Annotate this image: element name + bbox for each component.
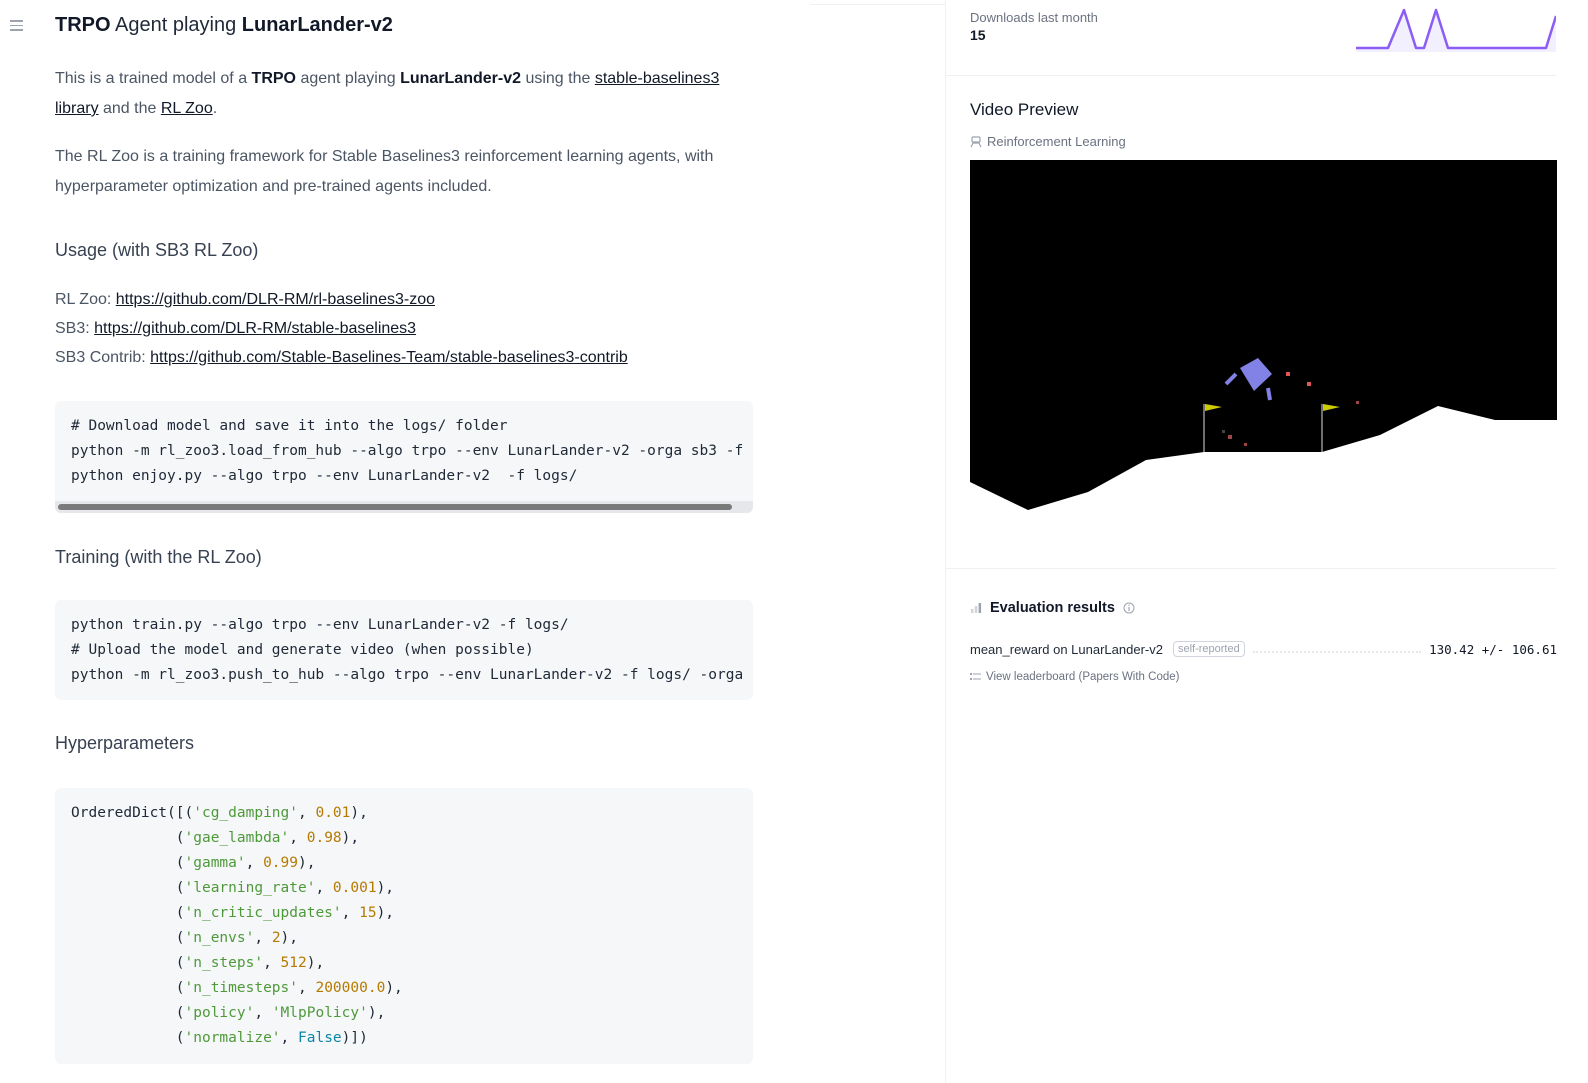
hyperparameter-value: 0.99 — [263, 855, 298, 871]
sidebar: Downloads last month 15 Video Preview Re… — [946, 0, 1588, 1083]
hyperparameter-value: 'MlpPolicy' — [271, 1005, 368, 1021]
usage-heading: Usage (with SB3 RL Zoo) — [55, 240, 259, 260]
divider — [810, 4, 945, 5]
hyperparameter-key: 'gamma' — [184, 855, 246, 871]
zoo-description: The RL Zoo is a training framework for S… — [55, 148, 714, 195]
page-title: TRPO Agent playing LunarLander-v2 — [55, 14, 393, 36]
code-line: # Download model and save it into the lo… — [71, 418, 508, 434]
dotted-leader — [1252, 651, 1422, 653]
sb3-github-link[interactable]: https://github.com/DLR-RM/stable-baselin… — [94, 320, 416, 337]
divider — [946, 568, 1556, 569]
hyperparameter-key: 'n_critic_updates' — [184, 905, 342, 921]
hyperparameter-line: OrderedDict([('cg_damping', 0.01), — [71, 805, 368, 821]
reinforcement-learning-tag[interactable]: Reinforcement Learning — [970, 134, 1126, 149]
hyperparameter-line: ('normalize', False)]) — [71, 1030, 368, 1046]
code-prefix: OrderedDict([ — [71, 805, 185, 821]
hyperparameter-line: ('gae_lambda', 0.98), — [71, 830, 360, 846]
robot-icon — [970, 135, 982, 147]
hyperparameter-key: 'normalize' — [184, 1030, 281, 1046]
hyperparameter-value: 200000.0 — [315, 980, 386, 996]
hyperparameter-key: 'cg_damping' — [193, 805, 298, 821]
hyperparameter-key: 'n_timesteps' — [184, 980, 299, 996]
rl-zoo-github-link[interactable]: https://github.com/DLR-RM/rl-baselines3-… — [116, 291, 435, 308]
bar-chart-icon — [971, 603, 982, 613]
hyperparameter-key: 'n_envs' — [184, 930, 255, 946]
training-code-block[interactable]: python train.py --algo trpo --env LunarL… — [55, 600, 753, 700]
hyperparameters-code-block[interactable]: OrderedDict([('cg_damping', 0.01), ('gae… — [55, 788, 753, 1064]
model-card-pane: TRPO Agent playing LunarLander-v2 This i… — [0, 0, 945, 1083]
training-heading: Training (with the RL Zoo) — [55, 547, 262, 567]
video-preview-player[interactable] — [970, 160, 1557, 518]
downloads-sparkline — [1356, 8, 1556, 52]
metric-value: 130.42 +/- 106.61 — [1429, 641, 1557, 657]
hyperparameter-line: ('gamma', 0.99), — [71, 855, 316, 871]
view-leaderboard-link[interactable]: View leaderboard (Papers With Code) — [970, 671, 1179, 683]
intro-paragraph: This is a trained model of a TRPO agent … — [55, 70, 720, 117]
hyperparameter-key: 'gae_lambda' — [184, 830, 290, 846]
hyperparameter-line: ('policy', 'MlpPolicy'), — [71, 1005, 386, 1021]
code-line: python train.py --algo trpo --env LunarL… — [71, 617, 569, 633]
hyperparameter-value: 0.98 — [306, 830, 342, 846]
hyperparameter-key: 'policy' — [184, 1005, 255, 1021]
usage-code-block[interactable]: # Download model and save it into the lo… — [55, 401, 753, 513]
list-icon — [970, 673, 981, 680]
code-line: python -m rl_zoo3.load_from_hub --algo t… — [71, 443, 753, 459]
code-line: python enjoy.py --algo trpo --env LunarL… — [71, 468, 578, 484]
hyperparameter-value: 2 — [271, 930, 281, 946]
sb3-contrib-link-row: SB3 Contrib: https://github.com/Stable-B… — [55, 349, 628, 366]
metric-name: mean_reward on LunarLander-v2 — [970, 641, 1163, 657]
sb3-link-row: SB3: https://github.com/DLR-RM/stable-ba… — [55, 320, 417, 337]
hyperparameter-key: 'n_steps' — [184, 955, 264, 971]
hyperparameter-line: ('n_critic_updates', 15), — [71, 905, 395, 921]
info-icon[interactable] — [1123, 602, 1135, 614]
tag-label: Reinforcement Learning — [987, 134, 1126, 149]
scrollbar-thumb[interactable] — [58, 504, 732, 510]
downloads-count: 15 — [970, 27, 986, 43]
self-reported-badge: self-reported — [1172, 641, 1245, 657]
horizontal-scrollbar[interactable] — [55, 501, 753, 513]
rl-zoo-link-row: RL Zoo: https://github.com/DLR-RM/rl-bas… — [55, 291, 435, 308]
hyperparameter-value: False — [298, 1030, 342, 1046]
hyperparameter-value: 512 — [280, 955, 307, 971]
hyperparameter-value: 15 — [359, 905, 377, 921]
code-line: python -m rl_zoo3.push_to_hub --algo trp… — [71, 667, 753, 683]
divider — [946, 75, 1556, 76]
downloads-label: Downloads last month — [970, 10, 1098, 25]
hyperparameter-line: ('n_steps', 512), — [71, 955, 325, 971]
hyperparameter-value: 0.01 — [315, 805, 351, 821]
hyperparameter-line: ('n_envs', 2), — [71, 930, 299, 946]
hyperparameter-value: 0.001 — [332, 880, 377, 896]
hyperparameter-line: ('learning_rate', 0.001), — [71, 880, 395, 896]
hyperparameter-key: 'learning_rate' — [184, 880, 316, 896]
menu-icon[interactable] — [10, 20, 23, 32]
video-preview-title: Video Preview — [970, 100, 1079, 119]
evaluation-result-row: mean_reward on LunarLander-v2 self-repor… — [970, 638, 1557, 660]
hyperparameters-heading: Hyperparameters — [55, 733, 195, 753]
sb3-contrib-github-link[interactable]: https://github.com/Stable-Baselines-Team… — [150, 349, 628, 366]
evaluation-results-title: Evaluation results — [970, 600, 1135, 616]
rl-zoo-link[interactable]: RL Zoo — [161, 100, 213, 117]
code-line: # Upload the model and generate video (w… — [71, 642, 534, 658]
hyperparameter-line: ('n_timesteps', 200000.0), — [71, 980, 403, 996]
